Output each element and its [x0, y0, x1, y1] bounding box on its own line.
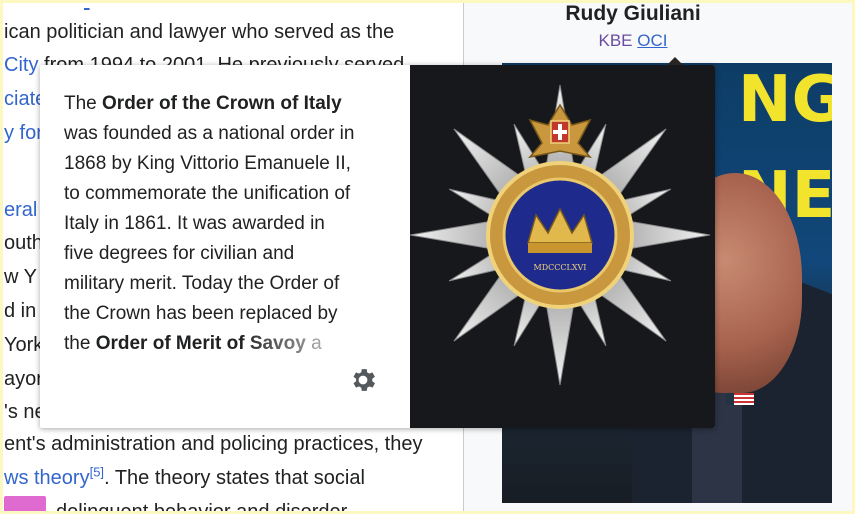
popup-thumbnail-medal[interactable]: MDCCCLXVI: [410, 65, 715, 428]
popup-line-4: to commemorate the unification of: [64, 179, 394, 209]
popup-text-segment: the Crown has been replaced by: [64, 303, 338, 324]
honor-link-oci[interactable]: OCI: [637, 31, 667, 50]
article-line-10: York: [4, 334, 44, 356]
popup-line-3: 1868 by King Vittorio Emanuele II,: [64, 149, 394, 179]
popup-line-5: Italy in 1861. It was awarded in: [64, 209, 394, 239]
popup-pointer: [667, 57, 683, 65]
article-line-8: w Y: [4, 266, 37, 288]
honor-link-kbe[interactable]: KBE: [599, 31, 633, 50]
medal-cross-h: [553, 130, 567, 134]
article-link-city[interactable]: City: [4, 54, 38, 76]
article-line-14: ws theory[5]. The theory states that soc…: [4, 464, 365, 489]
article-line-1: ican politician and lawyer who served as…: [4, 21, 395, 43]
article-line-11: ayor: [4, 368, 43, 390]
article-line-6: eral: [4, 195, 37, 225]
gear-icon[interactable]: [348, 365, 378, 395]
popup-text-segment: military merit. Today the Order of: [64, 273, 340, 294]
flag-pin-icon: [726, 393, 754, 405]
banner-text-1: NG: [738, 63, 832, 137]
medal-star-image: MDCCCLXVI: [410, 84, 711, 386]
popup-text-segment: to commemorate the unification of: [64, 183, 351, 204]
footnote-ref[interactable]: [5]: [90, 464, 104, 479]
page-preview-popup[interactable]: The Order of the Crown of Italy was found…: [40, 65, 715, 428]
popup-line-6: five degrees for civilian and: [64, 239, 394, 269]
article-line-13: ent's administration and policing practi…: [4, 433, 423, 455]
article-line-7: outh: [4, 232, 43, 254]
popup-text-segment: the: [64, 333, 96, 354]
popup-line-8: the Crown has been replaced by: [64, 299, 394, 329]
infobox-honors: KBE OCI: [464, 31, 802, 51]
article-line-top: [4, 0, 90, 16]
popup-extract[interactable]: The Order of the Crown of Italy was found…: [64, 89, 394, 359]
popup-text-fade: [240, 327, 390, 363]
popup-text-segment: Italy in 1861. It was awarded in: [64, 213, 325, 234]
article-link-broken-windows-theory[interactable]: ws theory: [4, 467, 90, 489]
article-line-4: y for: [4, 118, 43, 148]
popup-line-7: military merit. Today the Order of: [64, 269, 394, 299]
medal-crown-base: [528, 243, 592, 253]
article-link-general[interactable]: eral: [4, 199, 37, 221]
article-line-9: d in: [4, 300, 37, 322]
popup-line-1: The Order of the Crown of Italy: [64, 89, 394, 119]
highlight-strip: [4, 496, 46, 514]
article-link-for[interactable]: y for: [4, 122, 43, 144]
infobox-title: Rudy Giuliani: [565, 2, 701, 25]
medal-date-text: MDCCCLXVI: [534, 263, 587, 272]
popup-text-segment: five degrees for civilian and: [64, 243, 295, 264]
popup-text-segment: 1868 by King Vittorio Emanuele II,: [64, 153, 351, 174]
popup-text-segment: The: [64, 93, 103, 114]
popup-text-segment: was founded as a national order in: [64, 123, 355, 144]
popup-bold-term: Order of the Crown of Italy: [102, 93, 342, 114]
article-line-15: delinquent behavior and disorder: [56, 501, 348, 514]
popup-line-2: was founded as a national order in: [64, 119, 394, 149]
